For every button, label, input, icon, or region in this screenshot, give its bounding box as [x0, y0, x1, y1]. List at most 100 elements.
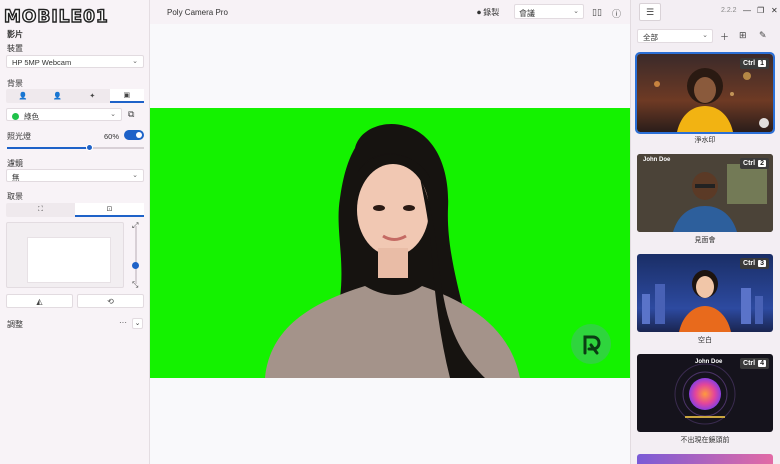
filter-value: 無 [12, 173, 20, 182]
poly-watermark-icon [759, 118, 769, 128]
scene-2-label: 見面會 [694, 237, 716, 244]
green-color-swatch [12, 113, 19, 120]
transform-buttons: ◭ ⟲ [6, 294, 144, 308]
scene-card-2[interactable]: John Doe Ctrl 2 [637, 154, 773, 232]
person-silhouette [265, 124, 520, 378]
scene-card-1[interactable]: Ctrl 1 [635, 52, 775, 134]
maximize-icon[interactable]: ❐ [757, 6, 764, 15]
filter-label: 濾鏡 [7, 159, 23, 168]
camera-preview [150, 24, 630, 464]
meeting-select[interactable]: 會議 ⌄ [514, 4, 584, 19]
person-effect-icon: ✦ [89, 93, 96, 100]
bg-replace-option[interactable]: ▣ [109, 89, 144, 103]
app-name: Poly Camera Pro [167, 8, 228, 17]
green-screen-video [150, 108, 630, 378]
chevron-down-icon: ⌄ [702, 32, 708, 39]
mirror-button[interactable]: ◭ [6, 294, 73, 308]
scene-card-4[interactable]: John Doe Ctrl 4 [637, 354, 773, 432]
grid-view-icon[interactable]: ⊞ [739, 30, 747, 41]
bg-blur-option[interactable]: 👤 [41, 89, 76, 103]
shortcut-number: 1 [758, 60, 766, 67]
rotate-button[interactable]: ⟲ [77, 294, 144, 308]
person-icon: 👤 [18, 93, 28, 100]
scene-filter-select[interactable]: 全部 ⌄ [637, 29, 713, 43]
lighting-slider[interactable] [7, 144, 144, 151]
help-icon[interactable]: ⓘ [612, 7, 621, 20]
watermark-text: MOBILE01 [3, 6, 109, 27]
scene-3-label: 空白 [698, 337, 712, 344]
background-label: 背景 [7, 79, 23, 88]
ctrl-key: Ctrl [743, 360, 756, 367]
chevron-down-icon: ⌄ [132, 172, 138, 179]
shortcut-number: 4 [758, 360, 766, 367]
brush-icon[interactable]: ✎ [759, 30, 767, 41]
framing-preview-box[interactable] [6, 222, 124, 288]
scene-1-label: 淨水印 [694, 137, 716, 144]
scene-card-5-partial[interactable] [637, 454, 773, 464]
rotate-icon: ⟲ [107, 296, 114, 306]
watermark-logo: MOBILE01 [3, 4, 160, 30]
chevron-down-icon: ⌄ [110, 111, 116, 118]
add-icon[interactable]: ＋ [720, 30, 729, 43]
framing-auto-option[interactable]: ⊡ [75, 203, 144, 217]
adjust-expand-button[interactable]: ⌄ [132, 318, 143, 329]
shortcut-number: 3 [758, 260, 766, 267]
top-bar: Poly Camera Pro ⏺ 錄製 會議 ⌄ ▯▯ ⓘ [150, 0, 630, 24]
mirror-icon: ◭ [36, 296, 43, 306]
image-add-icon[interactable]: ⧉ [128, 109, 134, 120]
lighting-label: 照光燈 [7, 132, 31, 141]
more-icon[interactable]: ··· [119, 318, 127, 327]
scene-4-shortcut: Ctrl 4 [740, 358, 769, 369]
minimize-icon[interactable]: — [743, 6, 751, 15]
settings-sidebar: MOBILE01 影片 裝置 HP 5MP Webcam ⌄ 背景 👤 👤 ✦ … [0, 0, 150, 464]
framing-mode-tabs: ⛶ ⊡ [6, 203, 144, 217]
bg-color-value: 綠色 [24, 112, 39, 121]
record-label: 錄製 [483, 8, 500, 17]
video-section-title: 影片 [7, 30, 23, 39]
scene-2-name: John Doe [643, 157, 671, 163]
close-icon[interactable]: ✕ [771, 6, 778, 15]
framing-manual-option[interactable]: ⛶ [6, 203, 75, 217]
scene-1-shortcut: Ctrl 1 [740, 58, 769, 69]
adjust-label: 調整 [7, 320, 23, 329]
scenes-tab-icon[interactable]: ☰ [639, 3, 661, 21]
record-button[interactable]: ⏺ 錄製 [477, 7, 499, 18]
scene-4-name: John Doe [695, 359, 723, 365]
framing-region[interactable] [27, 237, 111, 283]
scene-3-shortcut: Ctrl 3 [740, 258, 769, 269]
scene-card-3[interactable]: Ctrl 3 [637, 254, 773, 332]
shortcut-number: 2 [758, 160, 766, 167]
device-value: HP 5MP Webcam [12, 58, 72, 67]
lighting-toggle[interactable] [124, 130, 144, 140]
lighting-slider-fill [7, 147, 90, 149]
chevron-down-icon: ⌄ [132, 58, 138, 65]
scene-2-shortcut: Ctrl 2 [740, 158, 769, 169]
split-view-icon[interactable]: ▯▯ [592, 7, 602, 18]
ctrl-key: Ctrl [743, 160, 756, 167]
scene-4-label: 不出現在鏡頭前 [680, 437, 730, 444]
crop-icon: ⛶ [38, 206, 43, 213]
lighting-slider-knob[interactable] [85, 144, 93, 151]
chevron-down-icon: ⌄ [573, 8, 579, 15]
lighting-value: 60% [104, 132, 120, 141]
background-mode-tabs: 👤 👤 ✦ ▣ [6, 89, 144, 103]
app-version: 2.2.2 [721, 7, 737, 14]
scene-filter-value: 全部 [643, 33, 658, 42]
device-label: 裝置 [7, 44, 23, 53]
zoom-slider[interactable] [132, 226, 139, 284]
filter-select[interactable]: 無 ⌄ [6, 169, 144, 182]
ctrl-key: Ctrl [743, 260, 756, 267]
device-select[interactable]: HP 5MP Webcam ⌄ [6, 55, 144, 68]
ctrl-key: Ctrl [743, 60, 756, 67]
bg-none-option[interactable]: 👤 [6, 89, 41, 103]
meeting-value: 會議 [519, 9, 535, 18]
poly-logo-icon [571, 324, 611, 364]
record-icon: ⏺ [477, 8, 481, 17]
zoom-slider-knob[interactable] [132, 262, 139, 269]
bg-sparkle-option[interactable]: ✦ [75, 89, 110, 103]
person-blur-icon: 👤 [53, 93, 63, 100]
shrink-icon[interactable]: ⤡ [132, 280, 138, 290]
scene-panel: ☰ 2.2.2 — ❐ ✕ 全部 ⌄ ＋ ⊞ ✎ Ctrl 1 淨水印 John … [630, 0, 780, 464]
auto-frame-icon: ⊡ [106, 206, 113, 213]
bg-color-select[interactable]: 綠色 ⌄ [6, 108, 122, 121]
